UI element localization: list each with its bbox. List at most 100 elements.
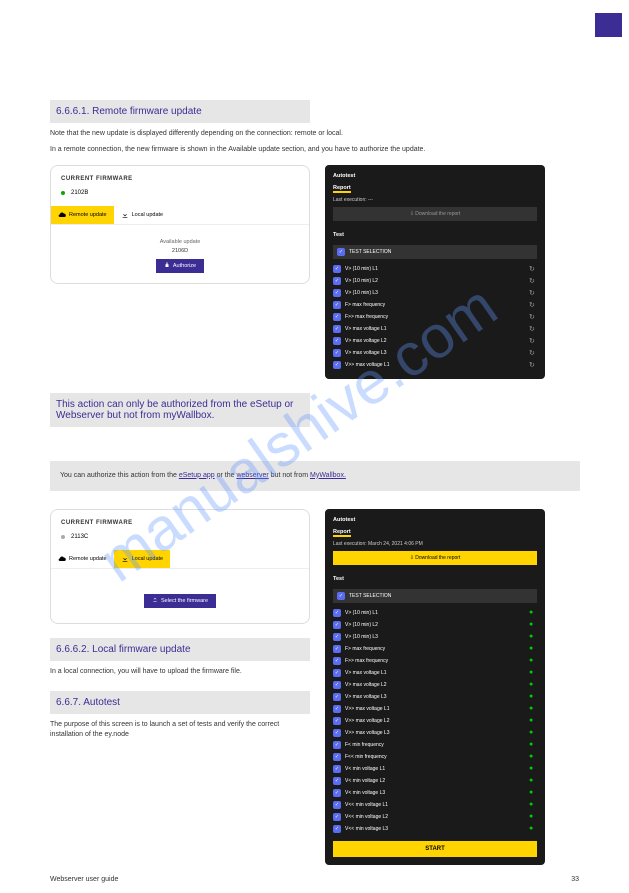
mywallbox-link[interactable]: MyWallbox. xyxy=(310,472,346,479)
checkbox-icon[interactable]: ✓ xyxy=(333,813,341,821)
checkbox-icon[interactable]: ✓ xyxy=(333,265,341,273)
test-row: ✓ V> max voltage L2 ↻ xyxy=(333,335,537,347)
checkbox-icon[interactable]: ✓ xyxy=(337,248,345,256)
section-title-remote: 6.6.6.1. Remote firmware update xyxy=(50,100,310,123)
checkbox-icon[interactable]: ✓ xyxy=(333,693,341,701)
fw-version-row: 2102B xyxy=(61,190,299,196)
checkbox-icon[interactable]: ✓ xyxy=(333,657,341,665)
checkbox-icon[interactable]: ✓ xyxy=(333,801,341,809)
status-dot-grey xyxy=(61,535,65,539)
checkbox-icon[interactable]: ✓ xyxy=(333,301,341,309)
test-row: ✓V< min voltage L2● xyxy=(333,775,537,787)
checkbox-icon[interactable]: ✓ xyxy=(333,705,341,713)
checkbox-icon[interactable]: ✓ xyxy=(333,753,341,761)
test-row: ✓V> max voltage L2● xyxy=(333,679,537,691)
checkbox-icon[interactable]: ✓ xyxy=(333,325,341,333)
page-footer: Webserver user guide 33 xyxy=(50,876,579,883)
checkbox-icon[interactable]: ✓ xyxy=(333,729,341,737)
test-label: V< min voltage L3 xyxy=(345,790,525,796)
checkbox-icon[interactable]: ✓ xyxy=(333,609,341,617)
checkbox-icon[interactable]: ✓ xyxy=(333,681,341,689)
test-row: ✓F> max frequency● xyxy=(333,643,537,655)
test-label: V<< min voltage L1 xyxy=(345,802,525,808)
check-icon: ● xyxy=(529,657,537,665)
test-label: V> max voltage L3 xyxy=(345,694,525,700)
test-label: F< min frequency xyxy=(345,742,525,748)
checkbox-icon[interactable]: ✓ xyxy=(333,789,341,797)
tab-remote-update[interactable]: Remote update xyxy=(51,206,114,224)
check-icon: ● xyxy=(529,717,537,725)
download-report-button[interactable]: ⇩ Download the report xyxy=(333,207,537,221)
check-icon: ● xyxy=(529,801,537,809)
checkbox-icon[interactable]: ✓ xyxy=(333,717,341,725)
checkbox-icon[interactable]: ✓ xyxy=(333,633,341,641)
at-last-exec: Last execution: March 24, 2021 4:06 PM xyxy=(333,541,537,547)
refresh-icon: ↻ xyxy=(529,277,537,285)
refresh-icon: ↻ xyxy=(529,337,537,345)
check-icon: ● xyxy=(529,765,537,773)
test-label: V> (10 min) L2 xyxy=(345,622,525,628)
checkbox-icon[interactable]: ✓ xyxy=(333,825,341,833)
checkbox-icon[interactable]: ✓ xyxy=(333,765,341,773)
authorize-button[interactable]: Authorize xyxy=(156,259,204,273)
esetup-link[interactable]: eSetup app xyxy=(179,472,215,479)
test-row: ✓ V> max voltage L3 ● xyxy=(333,691,537,703)
test-label: V> max voltage L2 xyxy=(345,682,525,688)
test-label: V> max voltage L1 xyxy=(345,670,525,676)
checkbox-icon[interactable]: ✓ xyxy=(333,277,341,285)
check-icon: ● xyxy=(529,777,537,785)
test-row: ✓ V> (10 min) L3 ● xyxy=(333,631,537,643)
checkbox-icon[interactable]: ✓ xyxy=(333,645,341,653)
checkbox-icon[interactable]: ✓ xyxy=(333,337,341,345)
tab-label: Remote update xyxy=(69,212,107,218)
at-title: Autotest xyxy=(333,517,537,523)
header-brand-box xyxy=(595,13,622,37)
firmware-card-remote: CURRENT FIRMWARE 2102B Remote update Loc… xyxy=(50,165,310,284)
upload-icon xyxy=(152,597,158,605)
test-row: ✓ V> (10 min) L2 ● xyxy=(333,619,537,631)
test-label: V>> max voltage L2 xyxy=(345,718,525,724)
at-report-heading: Report xyxy=(333,529,351,537)
test-row: ✓F> max frequency↻ xyxy=(333,299,537,311)
lock-icon xyxy=(164,262,170,270)
tab-remote-update[interactable]: Remote update xyxy=(51,550,114,568)
check-icon: ● xyxy=(529,633,537,641)
test-row: ✓V<< min voltage L3● xyxy=(333,823,537,835)
download-report-button[interactable]: ⇩ Download the report xyxy=(333,551,537,565)
tab-local-update[interactable]: Local update xyxy=(114,206,171,224)
test-label: V> (10 min) L3 xyxy=(345,634,525,640)
checkbox-icon[interactable]: ✓ xyxy=(337,592,345,600)
tab-local-update[interactable]: Local update xyxy=(114,550,171,568)
checkbox-icon[interactable]: ✓ xyxy=(333,741,341,749)
select-firmware-button[interactable]: Select the firmware xyxy=(144,594,216,608)
checkbox-icon[interactable]: ✓ xyxy=(333,777,341,785)
checkbox-icon[interactable]: ✓ xyxy=(333,669,341,677)
check-icon: ● xyxy=(529,621,537,629)
checkbox-icon[interactable]: ✓ xyxy=(333,361,341,369)
note-text: or the xyxy=(217,472,237,479)
start-button[interactable]: START xyxy=(333,841,537,857)
check-icon: ● xyxy=(529,729,537,737)
test-row: ✓V> (10 min) L2↻ xyxy=(333,275,537,287)
webserver-link[interactable]: webserver xyxy=(236,472,268,479)
button-label: Select the firmware xyxy=(161,598,208,604)
test-label: V> max voltage L2 xyxy=(345,338,525,344)
body-text: In a remote connection, the new firmware… xyxy=(50,145,579,155)
checkbox-icon[interactable]: ✓ xyxy=(333,313,341,321)
fw-version-text: 2102B xyxy=(71,190,88,196)
test-row: ✓V> (10 min) L1↻ xyxy=(333,263,537,275)
test-row: ✓F>> max frequency● xyxy=(333,655,537,667)
body-text: Note that the new update is displayed di… xyxy=(50,129,579,139)
refresh-icon: ↻ xyxy=(529,361,537,369)
checkbox-icon[interactable]: ✓ xyxy=(333,349,341,357)
cloud-icon xyxy=(58,555,66,563)
checkbox-icon[interactable]: ✓ xyxy=(333,289,341,297)
check-icon: ● xyxy=(529,693,537,701)
refresh-icon: ↻ xyxy=(529,289,537,297)
refresh-icon: ↻ xyxy=(529,301,537,309)
checkbox-icon[interactable]: ✓ xyxy=(333,621,341,629)
note-text: but not from xyxy=(271,472,310,479)
download-icon: ⇩ xyxy=(410,555,414,561)
check-icon: ● xyxy=(529,705,537,713)
test-label: V>> max voltage L1 xyxy=(345,362,525,368)
